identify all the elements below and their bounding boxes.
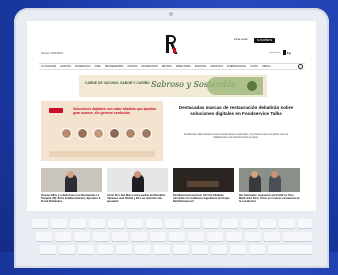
person-head xyxy=(67,171,74,178)
news-card-title[interactable]: Cómo Pico San Marco toma partido del Ren… xyxy=(107,194,168,203)
featured-headline[interactable]: Destacadas marcas de restauración debati… xyxy=(170,105,302,116)
person-head xyxy=(271,171,278,178)
nav-item[interactable]: TIENDA xyxy=(262,65,271,68)
site-logo[interactable] xyxy=(166,35,178,54)
featured-image-title: Soluciones digitales con valor añadido q… xyxy=(73,107,157,116)
speaker-avatar xyxy=(61,128,72,139)
news-card-image[interactable] xyxy=(107,168,168,192)
news-card-title[interactable]: Parrillera Gastronómica: 'Hit Cita Olvid… xyxy=(173,194,234,203)
nav-item[interactable]: ACTUALIDAD xyxy=(41,65,56,68)
news-card-title[interactable]: Vicente Villas y Lobelmonte en el Restau… xyxy=(41,194,102,203)
nav-item[interactable]: ANUNCIOS xyxy=(210,65,223,68)
featured-image-footer xyxy=(49,151,155,157)
banner-brand-icon xyxy=(247,81,257,91)
ad-banner[interactable]: CARNE DE VACUNO: SABOR Y CARIÑO Sabroso … xyxy=(79,75,267,97)
subscribe-button[interactable]: SUSCRÍBETE xyxy=(254,38,276,43)
news-card-image[interactable] xyxy=(173,168,234,192)
laptop-frame: Viernes, 5/04/2024 Iniciar sesión SUSCRÍ… xyxy=(14,8,329,268)
nav-item[interactable]: DIRECTORIO xyxy=(176,65,191,68)
news-card-image[interactable] xyxy=(41,168,102,192)
partner-name: Fg xyxy=(287,51,291,55)
featured-summary: Foodservice Talks llevará a cinco marcas… xyxy=(183,133,289,140)
event-logo-icon xyxy=(49,108,63,113)
nav-item[interactable]: EVENTOS xyxy=(195,65,206,68)
nav-item[interactable]: GUÍAS xyxy=(250,65,257,68)
news-card-title[interactable]: Ret Caminante: Inspiración de 64,91€ su … xyxy=(239,194,300,203)
nav-item[interactable]: OPINIÓN xyxy=(127,65,137,68)
keyboard xyxy=(32,215,312,275)
speaker-avatar xyxy=(141,128,152,139)
person-head xyxy=(251,171,258,178)
nav-item[interactable]: ENTREVISTAS xyxy=(141,65,157,68)
banner-text: CARNE DE VACUNO: SABOR Y CARIÑO xyxy=(85,81,150,85)
nav-item[interactable]: PROVEEDORES xyxy=(105,65,123,68)
news-card[interactable]: Vicente Villas y Lobelmonte en el Restau… xyxy=(41,168,102,203)
partner-logo-icon xyxy=(283,50,286,55)
speaker-avatar xyxy=(93,128,104,139)
storefront-sign xyxy=(187,181,219,187)
speaker-avatar xyxy=(125,128,136,139)
nav-item[interactable]: GESTIÓN xyxy=(60,65,71,68)
browser-screen: Viernes, 5/04/2024 Iniciar sesión SUSCRÍ… xyxy=(27,21,316,211)
speaker-avatar xyxy=(109,128,120,139)
person-head xyxy=(134,171,141,178)
webcam-icon xyxy=(169,12,173,16)
news-card[interactable]: Ret Caminante: Inspiración de 64,91€ su … xyxy=(239,168,300,203)
news-card-image[interactable] xyxy=(239,168,300,192)
news-card[interactable]: Cómo Pico San Marco toma partido del Ren… xyxy=(107,168,168,203)
partner-label: Powered by xyxy=(269,52,281,54)
featured-image[interactable]: Soluciones digitales con valor añadido q… xyxy=(41,101,163,161)
speaker-avatar xyxy=(77,128,88,139)
header-date: Viernes, 5/04/2024 xyxy=(41,52,63,55)
nav-item[interactable]: REVISTA xyxy=(162,65,172,68)
search-icon[interactable] xyxy=(298,64,303,69)
nav-item[interactable]: TENDENCIAS xyxy=(75,65,90,68)
nav-item[interactable]: INTERNACIONAL xyxy=(227,65,246,68)
nav-item[interactable]: CHEF xyxy=(94,65,101,68)
login-link[interactable]: Iniciar sesión xyxy=(234,38,248,41)
news-card[interactable]: Parrillera Gastronómica: 'Hit Cita Olvid… xyxy=(173,168,234,203)
main-nav: ACTUALIDAD GESTIÓN TENDENCIAS CHEF PROVE… xyxy=(39,63,305,70)
